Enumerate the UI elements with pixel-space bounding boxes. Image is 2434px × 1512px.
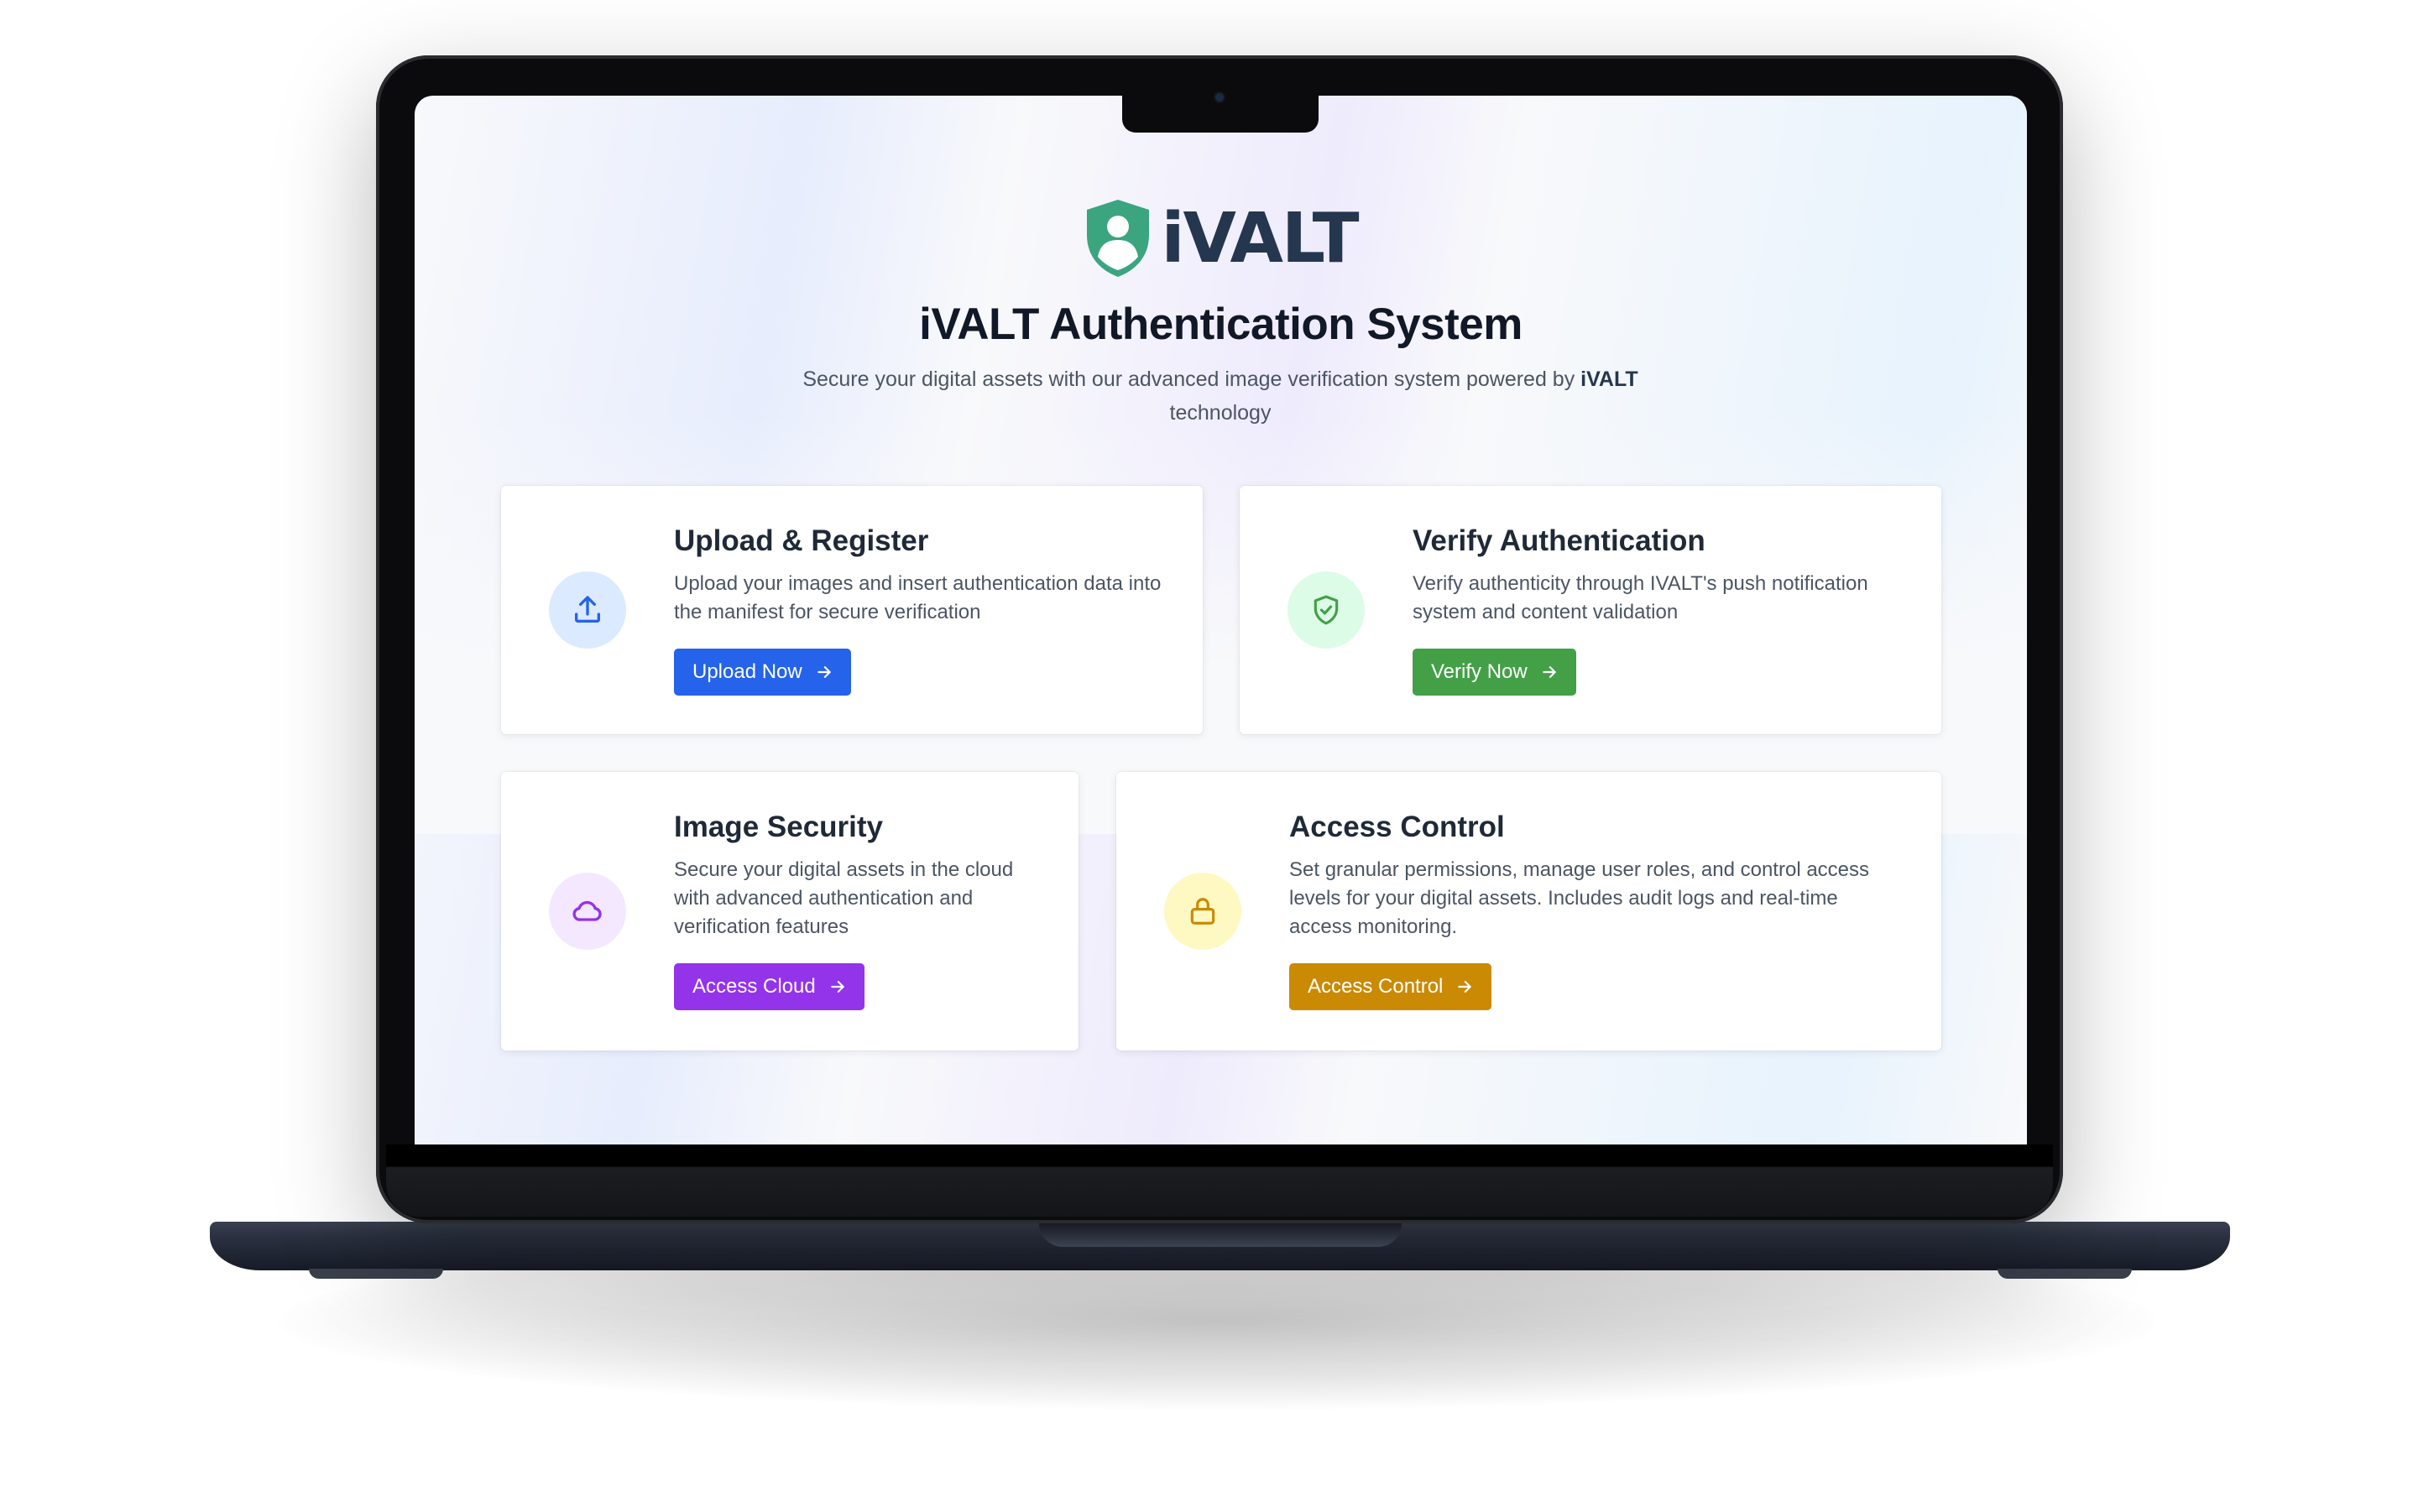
- card-description: Verify authenticity through IVALT's push…: [1413, 572, 1868, 623]
- access-control-button[interactable]: Access Control: [1289, 963, 1492, 1010]
- page-title: iVALT Authentication System: [919, 300, 1523, 349]
- app: iVALT iVALT Authentication System Secure…: [415, 96, 2027, 1144]
- arrow-right-icon: [1458, 981, 1472, 993]
- camera-icon: [1215, 93, 1224, 102]
- card-title: Access Control: [1289, 811, 1505, 843]
- laptop-foot-right: [1998, 1269, 2132, 1279]
- lock-icon: [1190, 898, 1215, 925]
- brand-logo[interactable]: iVALT: [415, 198, 2027, 279]
- card-description: Set granular permissions, manage user ro…: [1289, 858, 1870, 938]
- laptop-foot-left: [309, 1269, 443, 1279]
- arrow-right-icon: [1542, 666, 1556, 678]
- laptop-screen: iVALT iVALT Authentication System Secure…: [415, 96, 2027, 1144]
- shield-check-icon: [1314, 595, 1339, 625]
- cloud-icon-circle: [549, 873, 626, 950]
- brand-wordmark: iVALT: [1161, 198, 1359, 279]
- lock-icon-circle: [1164, 873, 1241, 950]
- upload-icon: [575, 596, 600, 623]
- laptop-hinge-notch: [1039, 1222, 1402, 1247]
- card-title: Image Security: [674, 811, 883, 843]
- shield-user-icon: [1087, 200, 1150, 277]
- image-security-card: Image Security Secure your digital asset…: [501, 772, 1079, 1051]
- page-subtitle: Secure your digital assets with our adva…: [802, 368, 1638, 425]
- arrow-right-icon: [830, 981, 844, 993]
- card-title: Upload & Register: [674, 524, 929, 557]
- laptop-chin: [386, 1144, 2053, 1217]
- cloud-icon: [572, 900, 602, 921]
- access-control-card: Access Control Set granular permissions,…: [1116, 772, 1941, 1051]
- subtitle-brand: iVALT: [1580, 368, 1638, 391]
- upload-icon-circle: [549, 571, 626, 649]
- upload-now-button[interactable]: Upload Now: [674, 649, 851, 696]
- upload-register-card: Upload & Register Upload your images and…: [501, 486, 1203, 734]
- verify-now-button[interactable]: Verify Now: [1413, 649, 1576, 696]
- card-description: Upload your images and insert authentica…: [674, 572, 1162, 623]
- arrow-right-icon: [817, 666, 831, 678]
- verify-authentication-card: Verify Authentication Verify authenticit…: [1240, 486, 1941, 734]
- card-description: Secure your digital assets in the cloud …: [674, 858, 1014, 938]
- access-cloud-button[interactable]: Access Cloud: [674, 963, 864, 1010]
- card-title: Verify Authentication: [1413, 524, 1705, 557]
- shield-icon-circle: [1288, 571, 1365, 649]
